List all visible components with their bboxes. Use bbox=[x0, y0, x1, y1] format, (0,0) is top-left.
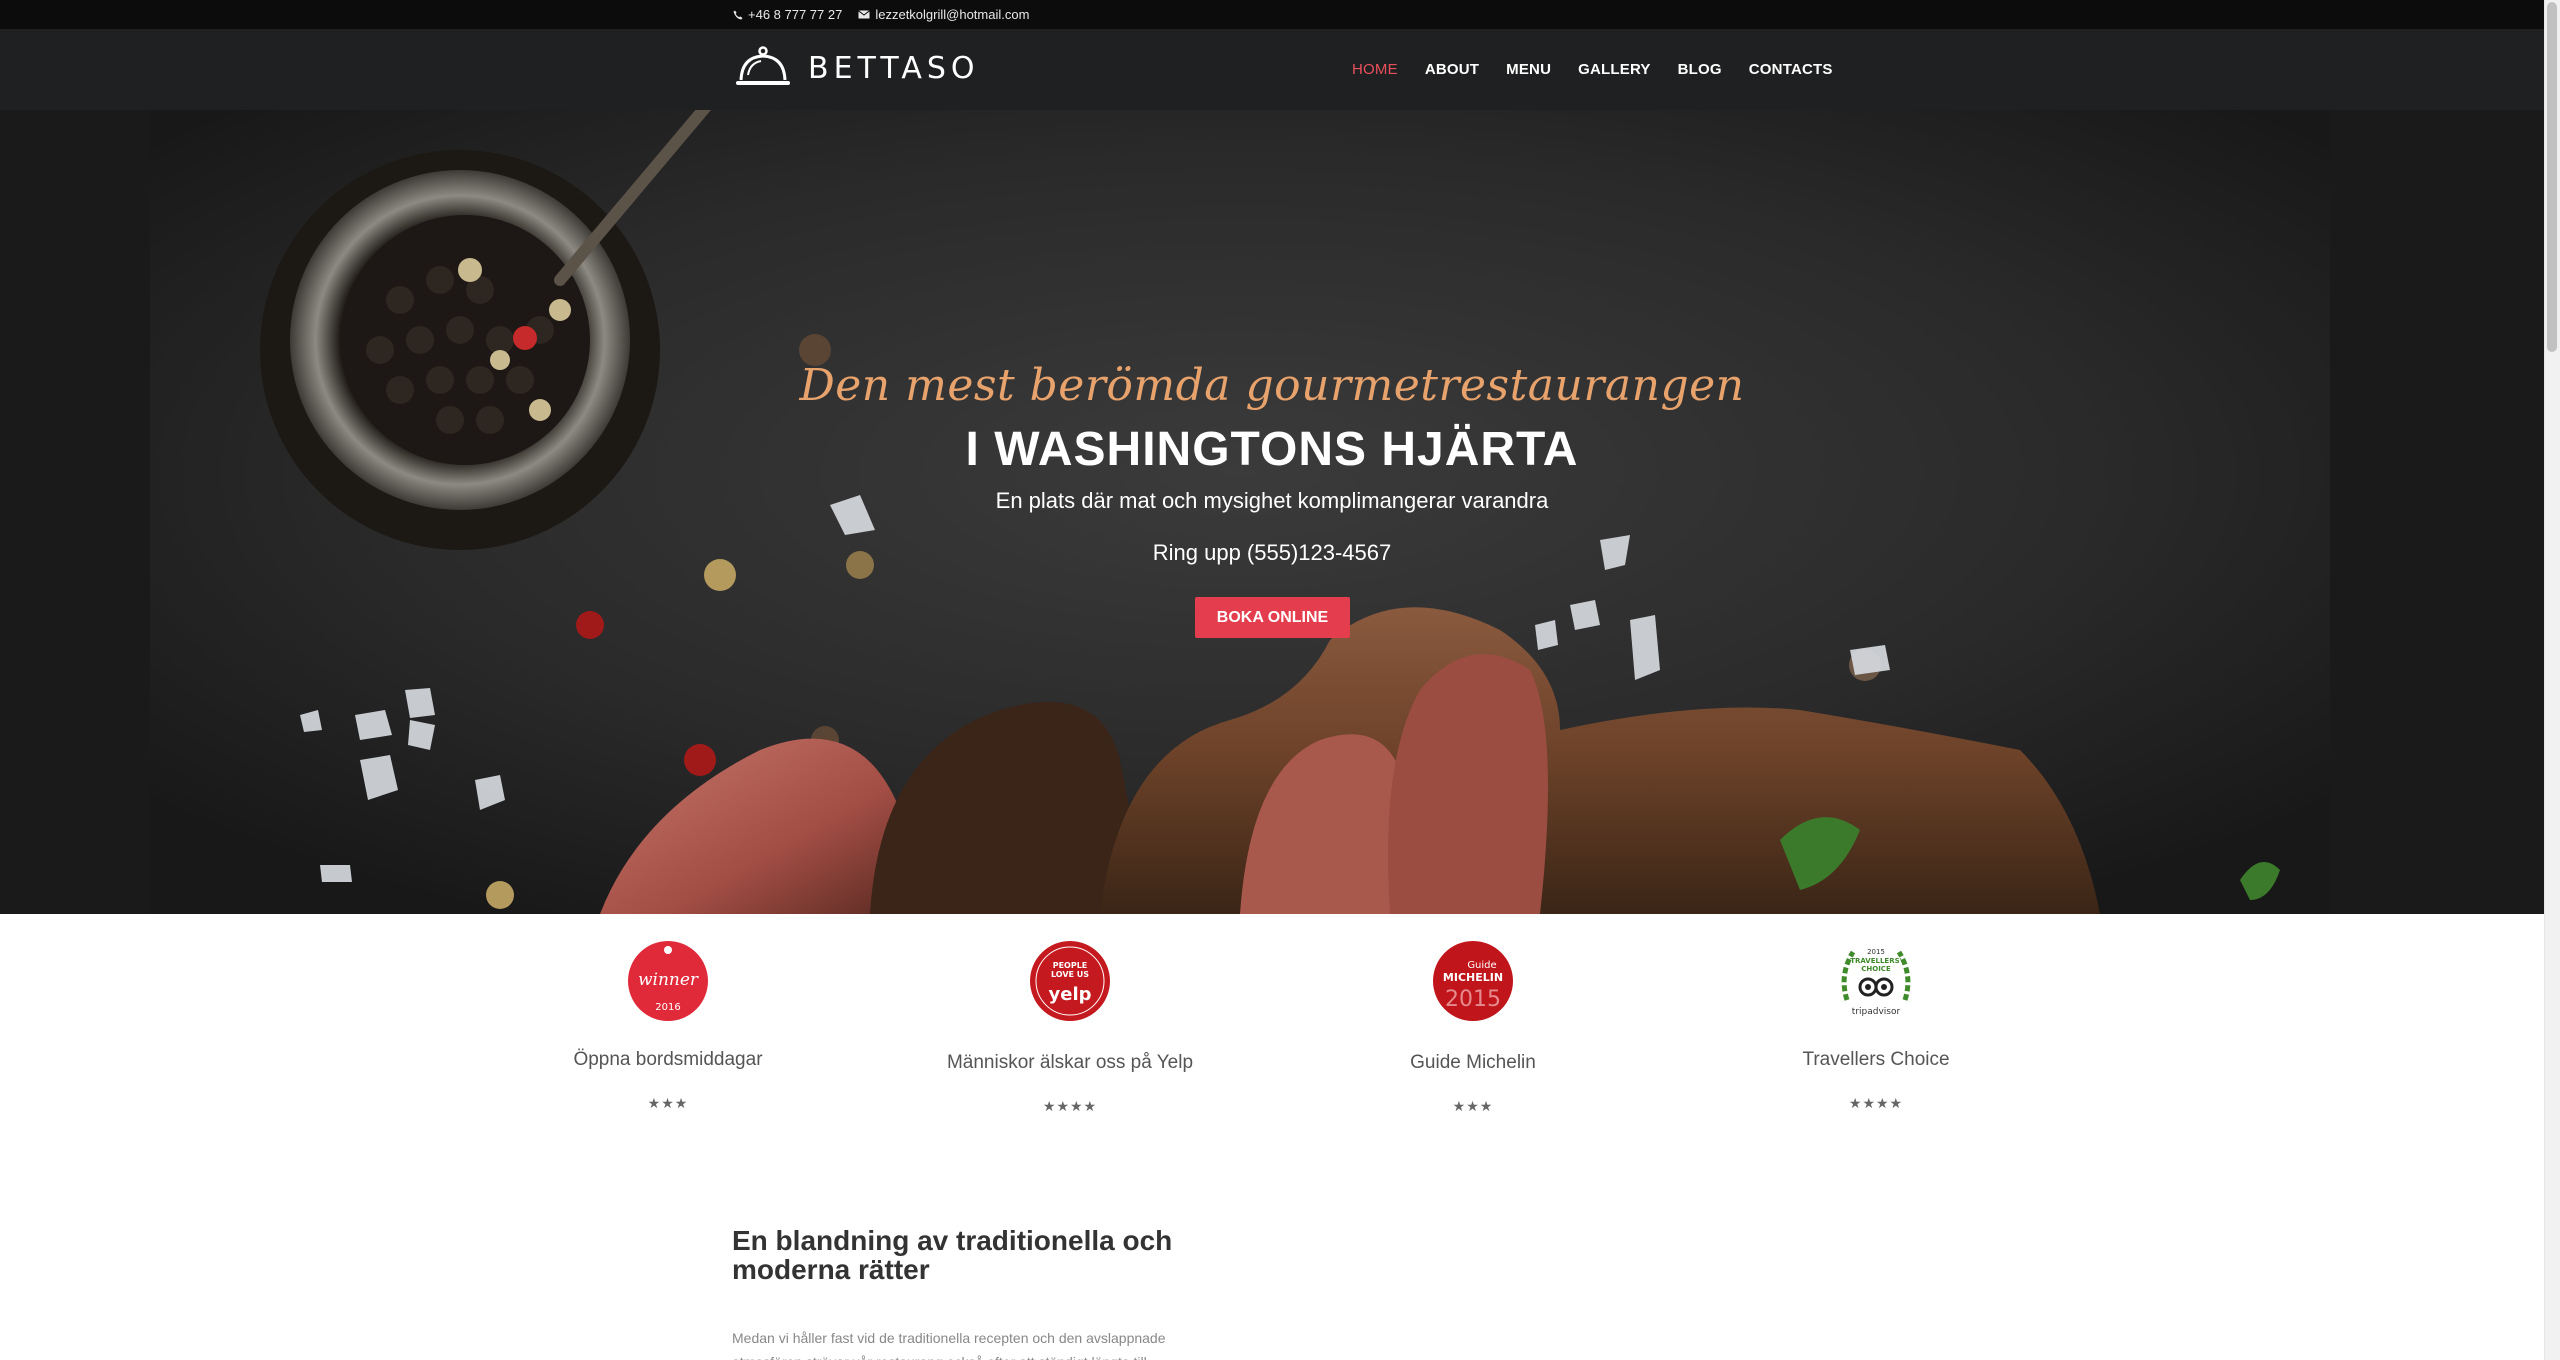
award-label: Guide Michelin bbox=[1410, 1052, 1536, 1073]
svg-text:LOVE US: LOVE US bbox=[1051, 970, 1089, 979]
svg-text:PEOPLE: PEOPLE bbox=[1053, 961, 1088, 970]
envelope-icon bbox=[858, 10, 871, 19]
section-title: En blandning av traditionella och modern… bbox=[732, 1225, 1173, 1285]
michelin-badge-text: MICHELIN bbox=[1443, 971, 1503, 984]
section-body: Medan vi håller fast vid de traditionell… bbox=[732, 1330, 1166, 1360]
nav-menu[interactable]: MENU bbox=[1506, 61, 1551, 78]
site-header: BETTASO HOME ABOUT MENU GALLERY BLOG CON… bbox=[0, 29, 2544, 110]
awards-section: winner 2016 Öppna bordsmiddagar ★★★ PEOP… bbox=[0, 914, 2544, 1144]
nav-gallery[interactable]: GALLERY bbox=[1578, 61, 1651, 78]
logo-text: BETTASO bbox=[808, 50, 980, 86]
topbar-email-text: lezzetkolgrill@hotmail.com bbox=[875, 7, 1030, 22]
svg-text:CHOICE: CHOICE bbox=[1861, 965, 1891, 973]
svg-text:2015: 2015 bbox=[1867, 948, 1885, 956]
michelin-badge-icon: Guide MICHELIN 2015 bbox=[1433, 941, 1513, 1021]
svg-text:TRAVELLERS': TRAVELLERS' bbox=[1850, 957, 1902, 965]
award-label: Travellers Choice bbox=[1802, 1049, 1950, 1070]
nav-blog[interactable]: BLOG bbox=[1678, 61, 1722, 78]
hero-phone-line[interactable]: Ring upp (555)123-4567 bbox=[0, 540, 2544, 566]
nav-about[interactable]: ABOUT bbox=[1425, 61, 1479, 78]
cloche-icon bbox=[736, 46, 790, 85]
award-stars: ★★★★ bbox=[1042, 1098, 1098, 1114]
award-label: Öppna bordsmiddagar bbox=[573, 1049, 763, 1070]
yelp-badge-text: yelp bbox=[1049, 984, 1092, 1005]
tripadvisor-badge-icon: 2015 TRAVELLERS' CHOICE tripadvisor bbox=[1841, 948, 1911, 1017]
top-bar: +46 8 777 77 27 lezzetkolgrill@hotmail.c… bbox=[0, 0, 2544, 29]
topbar-phone-text: +46 8 777 77 27 bbox=[748, 7, 843, 22]
topbar-email[interactable]: lezzetkolgrill@hotmail.com bbox=[858, 7, 1029, 22]
topbar-phone[interactable]: +46 8 777 77 27 bbox=[733, 7, 842, 22]
hero-script-title: Den mest berömda gourmetrestaurangen bbox=[799, 360, 1745, 411]
phone-icon bbox=[733, 10, 743, 19]
hero-subtitle: En plats där mat och mysighet komplimang… bbox=[995, 488, 1549, 513]
opentable-winner-badge-icon: winner 2016 bbox=[628, 941, 708, 1021]
award-stars: ★★★★ bbox=[1848, 1095, 1904, 1111]
nav-home[interactable]: HOME bbox=[1352, 61, 1398, 78]
svg-text:2015: 2015 bbox=[1445, 987, 1501, 1012]
main-nav: HOME ABOUT MENU GALLERY BLOG CONTACTS bbox=[1352, 29, 1833, 110]
award-label: Människor älskar oss på Yelp bbox=[946, 1052, 1194, 1073]
hero-headline: I WASHINGTONS HJÄRTA bbox=[965, 423, 1579, 476]
award-stars: ★★★ bbox=[647, 1095, 689, 1111]
hero-content: Den mest berömda gourmetrestaurangen I W… bbox=[0, 110, 2544, 914]
svg-text:Guide: Guide bbox=[1467, 960, 1496, 971]
hero-section: Den mest berömda gourmetrestaurangen I W… bbox=[0, 110, 2544, 914]
svg-text:2016: 2016 bbox=[655, 1002, 680, 1013]
tripadvisor-badge-text: tripadvisor bbox=[1852, 1007, 1901, 1017]
nav-contacts[interactable]: CONTACTS bbox=[1749, 61, 1833, 78]
opentable-badge-text: winner bbox=[638, 970, 699, 990]
yelp-badge-icon: PEOPLE LOVE US yelp bbox=[1030, 941, 1110, 1021]
book-online-button[interactable]: BOKA ONLINE bbox=[1195, 597, 1350, 638]
scrollbar-thumb[interactable] bbox=[2547, 2, 2557, 352]
award-stars: ★★★ bbox=[1452, 1098, 1494, 1114]
logo[interactable]: BETTASO bbox=[734, 44, 980, 92]
